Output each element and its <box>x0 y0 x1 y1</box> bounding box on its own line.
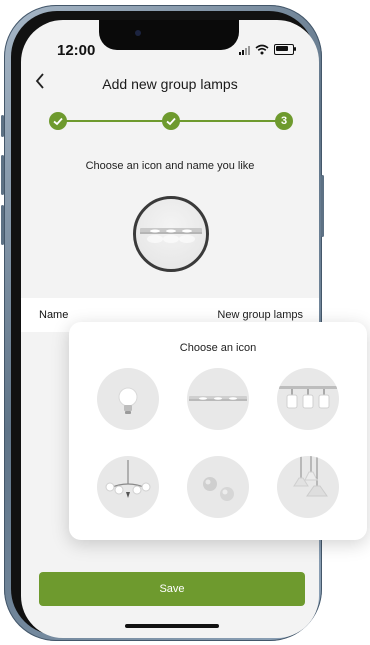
check-icon <box>166 117 176 126</box>
step-3-current: 3 <box>275 112 293 130</box>
phone-volume-down-button <box>1 205 4 245</box>
cellular-signal-icon <box>239 45 250 55</box>
spotlights-icon <box>279 386 337 409</box>
wifi-icon <box>255 44 269 55</box>
step-2-done <box>162 112 180 130</box>
instruction-text: Choose an icon and name you like <box>85 160 255 172</box>
icon-option-pendant-lamps[interactable] <box>277 456 339 518</box>
icon-option-spotlights[interactable] <box>277 368 339 430</box>
icon-picker-popup: Choose an icon <box>69 322 367 540</box>
bulb-icon <box>118 387 138 414</box>
save-button[interactable]: Save <box>39 572 305 606</box>
home-indicator[interactable] <box>125 624 219 628</box>
track-light-icon <box>189 396 247 401</box>
status-icons <box>239 44 296 55</box>
notch <box>99 20 239 50</box>
phone-power-button <box>321 175 324 237</box>
check-icon <box>53 117 63 126</box>
name-field-value[interactable]: New group lamps <box>217 309 303 321</box>
step-1-done <box>49 112 67 130</box>
progress-stepper: 3 <box>49 112 293 130</box>
phone-side-button <box>1 115 4 137</box>
icon-option-round-lamps[interactable] <box>187 456 249 518</box>
camera-icon <box>135 30 141 36</box>
app-header: Add new group lamps <box>21 72 319 102</box>
name-field-label: Name <box>39 309 69 321</box>
round-lamps-icon <box>203 477 234 501</box>
track-light-icon <box>140 228 202 243</box>
selected-icon-preview[interactable] <box>133 196 209 272</box>
icon-option-bulb[interactable] <box>97 368 159 430</box>
page-title: Add new group lamps <box>102 76 238 92</box>
phone-volume-up-button <box>1 155 4 195</box>
icon-picker-title: Choose an icon <box>179 342 257 354</box>
stage: 12:00 Add new group lamps 3 Choose an ic… <box>0 0 370 645</box>
icon-option-track-light[interactable] <box>187 368 249 430</box>
status-time: 12:00 <box>57 42 96 59</box>
battery-icon <box>274 44 296 55</box>
chandelier-icon <box>105 460 151 498</box>
icon-option-chandelier[interactable] <box>97 456 159 518</box>
pendant-lamps-icon <box>293 456 328 497</box>
